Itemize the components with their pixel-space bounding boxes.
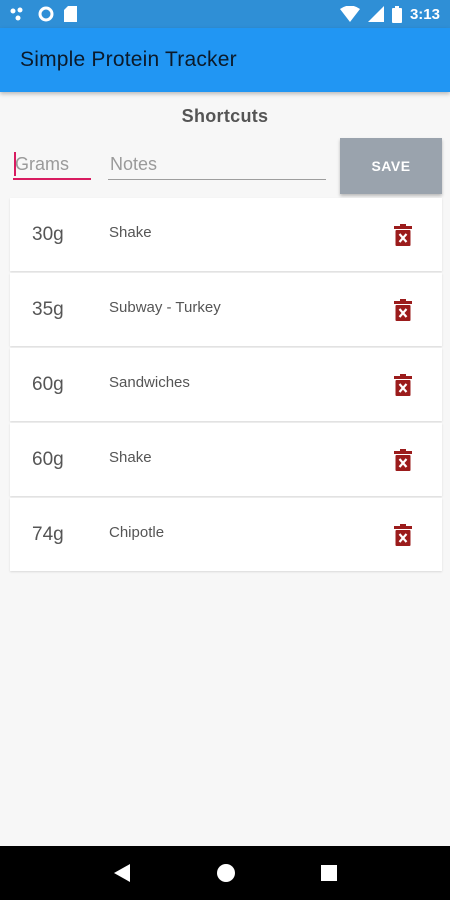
save-button[interactable]: SAVE [340, 138, 442, 194]
app-title: Simple Protein Tracker [20, 48, 237, 71]
add-shortcut-form: SAVE [0, 138, 450, 196]
list-item[interactable]: 74g Chipotle [10, 498, 442, 571]
list-item[interactable]: 60g Shake [10, 423, 442, 496]
trash-delete-icon[interactable] [394, 299, 412, 321]
item-note: Chipotle [109, 524, 165, 541]
shortcut-list: 30g Shake 35g Subway - Turkey 60g Sandwi… [10, 198, 442, 573]
wifi-icon [339, 6, 360, 22]
notification-dots-icon [10, 7, 23, 21]
list-item[interactable]: 35g Subway - Turkey [10, 273, 442, 346]
status-notifications [10, 6, 77, 22]
item-grams: 60g [32, 374, 64, 395]
trash-delete-icon[interactable] [394, 374, 412, 396]
item-grams: 60g [32, 449, 64, 470]
item-note: Shake [109, 449, 152, 466]
list-item[interactable]: 60g Sandwiches [10, 348, 442, 421]
main-content: Shortcuts SAVE 30g Shake 35g Subway - Tu… [0, 92, 450, 846]
status-bar: 3:13 [0, 0, 450, 28]
grams-input[interactable] [13, 150, 91, 180]
signal-icon [367, 6, 384, 22]
trash-delete-icon[interactable] [394, 449, 412, 471]
recents-icon[interactable] [320, 864, 338, 882]
status-time: 3:13 [409, 5, 440, 23]
item-note: Subway - Turkey [109, 299, 221, 316]
item-grams: 74g [32, 524, 64, 545]
text-cursor [14, 152, 16, 176]
system-nav-bar [0, 846, 450, 900]
home-icon[interactable] [215, 862, 237, 884]
item-grams: 30g [32, 224, 64, 245]
circle-notification-icon [38, 6, 54, 22]
item-note: Sandwiches [109, 374, 190, 391]
app-bar: Simple Protein Tracker [0, 28, 450, 92]
trash-delete-icon[interactable] [394, 224, 412, 246]
back-icon[interactable] [112, 862, 132, 884]
notes-input[interactable] [108, 150, 326, 180]
trash-delete-icon[interactable] [394, 524, 412, 546]
sd-card-icon [64, 6, 77, 22]
item-note: Shake [109, 224, 152, 241]
battery-icon [391, 5, 402, 23]
section-title: Shortcuts [181, 106, 269, 126]
status-system: 3:13 [339, 5, 440, 23]
item-grams: 35g [32, 299, 64, 320]
list-item[interactable]: 30g Shake [10, 198, 442, 271]
